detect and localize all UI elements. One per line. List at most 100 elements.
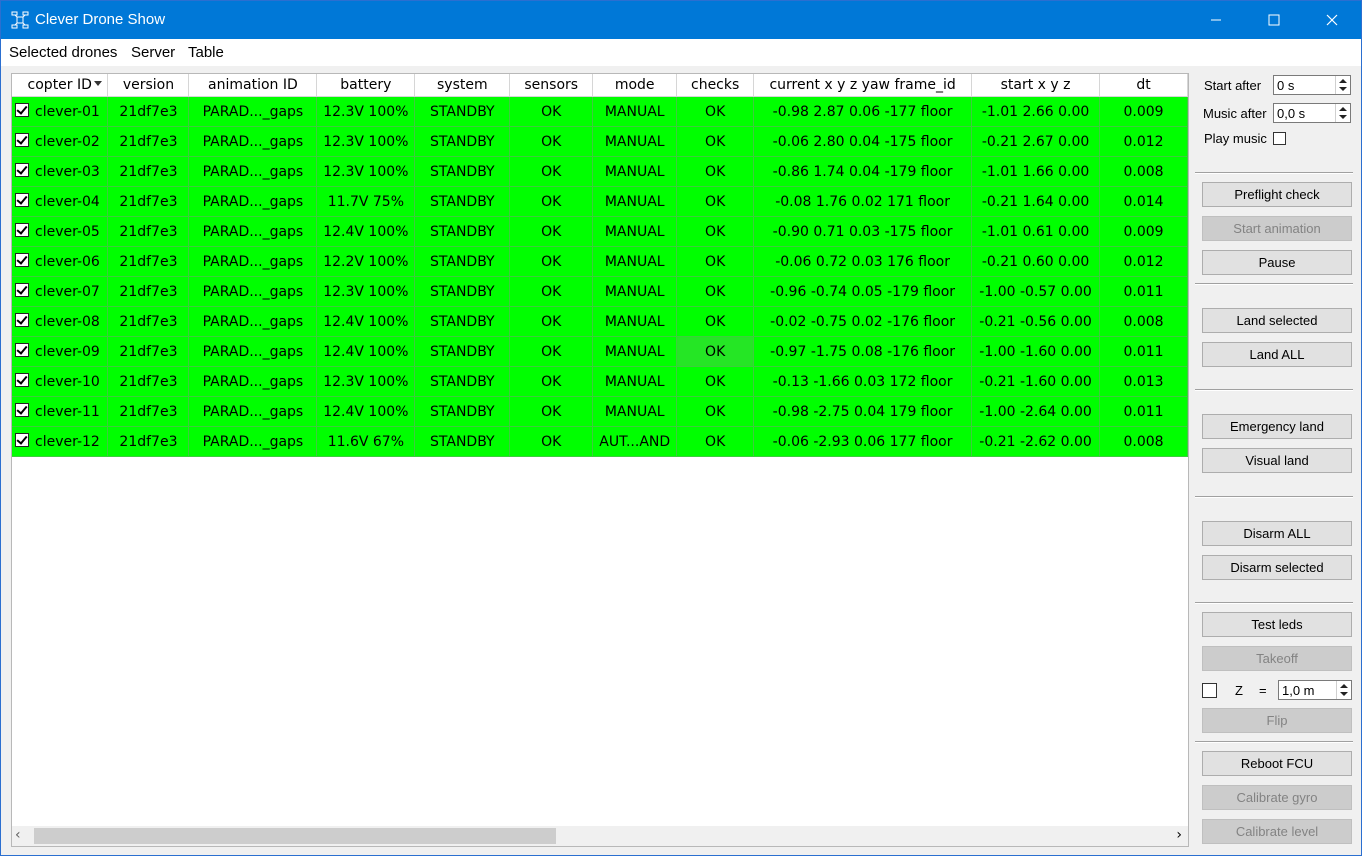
sensors-cell[interactable]: OK <box>509 276 594 307</box>
dt-cell[interactable]: 0.014 <box>1099 186 1188 217</box>
dt-cell[interactable]: 0.009 <box>1099 216 1188 247</box>
animation-id-cell[interactable]: PARAD..._gaps <box>188 366 318 397</box>
sensors-cell[interactable]: OK <box>509 126 594 157</box>
start-pose-cell[interactable]: -1.00 -1.60 0.00 <box>971 336 1101 367</box>
start-pose-cell[interactable]: -0.21 2.67 0.00 <box>971 126 1101 157</box>
animation-id-cell[interactable]: PARAD..._gaps <box>188 96 318 127</box>
row-select-checkbox[interactable] <box>15 133 29 147</box>
column-header-version[interactable]: version <box>107 74 190 97</box>
version-cell[interactable]: 21df7e3 <box>107 216 190 247</box>
system-cell[interactable]: STANDBY <box>414 336 511 367</box>
takeoff-button[interactable]: Takeoff <box>1202 646 1352 671</box>
animation-id-cell[interactable]: PARAD..._gaps <box>188 216 318 247</box>
menu-selected-drones[interactable]: Selected drones <box>9 44 117 61</box>
mode-cell[interactable]: AUT...AND <box>592 426 678 457</box>
calibrate-level-button[interactable]: Calibrate level <box>1202 819 1352 844</box>
copter-id-cell[interactable]: clever-11 <box>12 396 109 427</box>
row-select-checkbox[interactable] <box>15 163 29 177</box>
column-header-animation-id[interactable]: animation ID <box>188 74 318 97</box>
maximize-button[interactable] <box>1245 1 1303 39</box>
column-header-current-pose[interactable]: current x y z yaw frame_id <box>753 74 973 97</box>
disarm-selected-button[interactable]: Disarm selected <box>1202 555 1352 580</box>
sensors-cell[interactable]: OK <box>509 396 594 427</box>
table-row[interactable]: clever-05 21df7e3 PARAD..._gaps 12.4V 100% S… <box>12 216 1188 247</box>
spin-up-icon[interactable] <box>1339 107 1347 111</box>
column-header-checks[interactable]: checks <box>676 74 755 97</box>
battery-cell[interactable]: 12.4V 100% <box>316 336 416 367</box>
animation-id-cell[interactable]: PARAD..._gaps <box>188 396 318 427</box>
emergency-land-button[interactable]: Emergency land <box>1202 414 1352 439</box>
dt-cell[interactable]: 0.011 <box>1099 396 1188 427</box>
system-cell[interactable]: STANDBY <box>414 216 511 247</box>
sensors-cell[interactable]: OK <box>509 96 594 127</box>
start-pose-cell[interactable]: -1.01 2.66 0.00 <box>971 96 1101 127</box>
mode-cell[interactable]: MANUAL <box>592 396 678 427</box>
row-select-checkbox[interactable] <box>15 103 29 117</box>
dt-cell[interactable]: 0.012 <box>1099 126 1188 157</box>
column-header-sensors[interactable]: sensors <box>509 74 594 97</box>
column-header-dt[interactable]: dt <box>1099 74 1188 97</box>
version-cell[interactable]: 21df7e3 <box>107 186 190 217</box>
z-checkbox[interactable] <box>1202 683 1217 698</box>
mode-cell[interactable]: MANUAL <box>592 96 678 127</box>
checks-cell[interactable]: OK <box>676 306 755 337</box>
table-row[interactable]: clever-07 21df7e3 PARAD..._gaps 12.3V 100% S… <box>12 276 1188 307</box>
start-pose-cell[interactable]: -1.01 1.66 0.00 <box>971 156 1101 187</box>
row-select-checkbox[interactable] <box>15 283 29 297</box>
animation-id-cell[interactable]: PARAD..._gaps <box>188 156 318 187</box>
sensors-cell[interactable]: OK <box>509 246 594 277</box>
version-cell[interactable]: 21df7e3 <box>107 366 190 397</box>
animation-id-cell[interactable]: PARAD..._gaps <box>188 306 318 337</box>
current-pose-cell[interactable]: -0.08 1.76 0.02 171 floor <box>753 186 973 217</box>
battery-cell[interactable]: 12.3V 100% <box>316 96 416 127</box>
version-cell[interactable]: 21df7e3 <box>107 426 190 457</box>
current-pose-cell[interactable]: -0.06 0.72 0.03 176 floor <box>753 246 973 277</box>
column-header-system[interactable]: system <box>414 74 511 97</box>
checks-cell[interactable]: OK <box>676 96 755 127</box>
dt-cell[interactable]: 0.012 <box>1099 246 1188 277</box>
battery-cell[interactable]: 12.3V 100% <box>316 276 416 307</box>
battery-cell[interactable]: 12.4V 100% <box>316 306 416 337</box>
version-cell[interactable]: 21df7e3 <box>107 306 190 337</box>
table-row[interactable]: clever-11 21df7e3 PARAD..._gaps 12.4V 100% S… <box>12 396 1188 427</box>
sensors-cell[interactable]: OK <box>509 186 594 217</box>
version-cell[interactable]: 21df7e3 <box>107 396 190 427</box>
horizontal-scrollbar[interactable]: ‹ › <box>12 826 1188 846</box>
dt-cell[interactable]: 0.011 <box>1099 276 1188 307</box>
spin-arrows[interactable] <box>1335 104 1350 122</box>
current-pose-cell[interactable]: -0.86 1.74 0.04 -179 floor <box>753 156 973 187</box>
system-cell[interactable]: STANDBY <box>414 276 511 307</box>
dt-cell[interactable]: 0.013 <box>1099 366 1188 397</box>
checks-cell[interactable]: OK <box>676 216 755 247</box>
sensors-cell[interactable]: OK <box>509 216 594 247</box>
current-pose-cell[interactable]: -0.97 -1.75 0.08 -176 floor <box>753 336 973 367</box>
sensors-cell[interactable]: OK <box>509 336 594 367</box>
spin-arrows[interactable] <box>1336 681 1351 699</box>
current-pose-cell[interactable]: -0.06 2.80 0.04 -175 floor <box>753 126 973 157</box>
dt-cell[interactable]: 0.008 <box>1099 426 1188 457</box>
spin-down-icon[interactable] <box>1339 87 1347 91</box>
start-pose-cell[interactable]: -0.21 1.64 0.00 <box>971 186 1101 217</box>
spin-down-icon[interactable] <box>1340 692 1348 696</box>
checks-cell[interactable]: OK <box>676 426 755 457</box>
mode-cell[interactable]: MANUAL <box>592 276 678 307</box>
row-select-checkbox[interactable] <box>15 253 29 267</box>
mode-cell[interactable]: MANUAL <box>592 246 678 277</box>
menu-table[interactable]: Table <box>188 44 224 61</box>
system-cell[interactable]: STANDBY <box>414 126 511 157</box>
system-cell[interactable]: STANDBY <box>414 366 511 397</box>
mode-cell[interactable]: MANUAL <box>592 366 678 397</box>
row-select-checkbox[interactable] <box>15 193 29 207</box>
row-select-checkbox[interactable] <box>15 343 29 357</box>
music-after-spinbox[interactable]: 0,0 s <box>1273 103 1351 123</box>
sensors-cell[interactable]: OK <box>509 426 594 457</box>
current-pose-cell[interactable]: -0.13 -1.66 0.03 172 floor <box>753 366 973 397</box>
copter-id-cell[interactable]: clever-05 <box>12 216 109 247</box>
animation-id-cell[interactable]: PARAD..._gaps <box>188 426 318 457</box>
dt-cell[interactable]: 0.008 <box>1099 306 1188 337</box>
row-select-checkbox[interactable] <box>15 223 29 237</box>
start-pose-cell[interactable]: -0.21 -0.56 0.00 <box>971 306 1101 337</box>
table-row[interactable]: clever-06 21df7e3 PARAD..._gaps 12.2V 100% S… <box>12 246 1188 277</box>
version-cell[interactable]: 21df7e3 <box>107 246 190 277</box>
column-header-start-pose[interactable]: start x y z <box>971 74 1101 97</box>
